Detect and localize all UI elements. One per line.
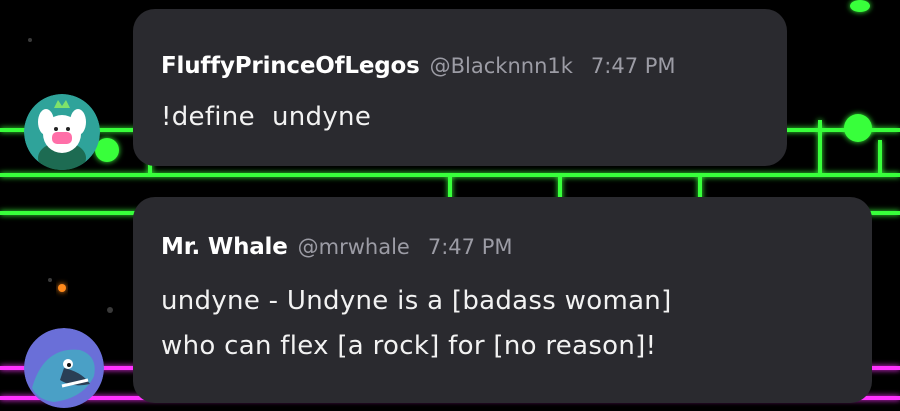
message-text: undyne - Undyne is a [badass woman] who … [161,279,672,369]
message-text-line: undyne - Undyne is a [badass woman] [161,286,672,316]
timestamp: 7:47 PM [427,235,513,259]
user-handle: @Blacknnn1k [429,54,573,78]
username[interactable]: FluffyPrinceOfLegos [161,53,420,79]
user-handle: @mrwhale [297,235,410,259]
message-header: Mr. Whale @mrwhale 7:47 PM [161,234,512,260]
message-bubble: Mr. Whale @mrwhale 7:47 PM undyne - Undy… [133,197,872,403]
message-text: !define undyne [161,102,372,132]
message-bubble: FluffyPrinceOfLegos @Blacknnn1k 7:47 PM … [133,9,787,166]
message-text-line: who can flex [a rock] for [no reason]! [161,331,657,361]
username[interactable]: Mr. Whale [161,234,288,260]
timestamp: 7:47 PM [590,54,676,78]
blue-fish-avatar[interactable] [24,328,104,408]
pink-rabbit-avatar[interactable] [24,94,100,170]
message-header: FluffyPrinceOfLegos @Blacknnn1k 7:47 PM [161,53,676,79]
